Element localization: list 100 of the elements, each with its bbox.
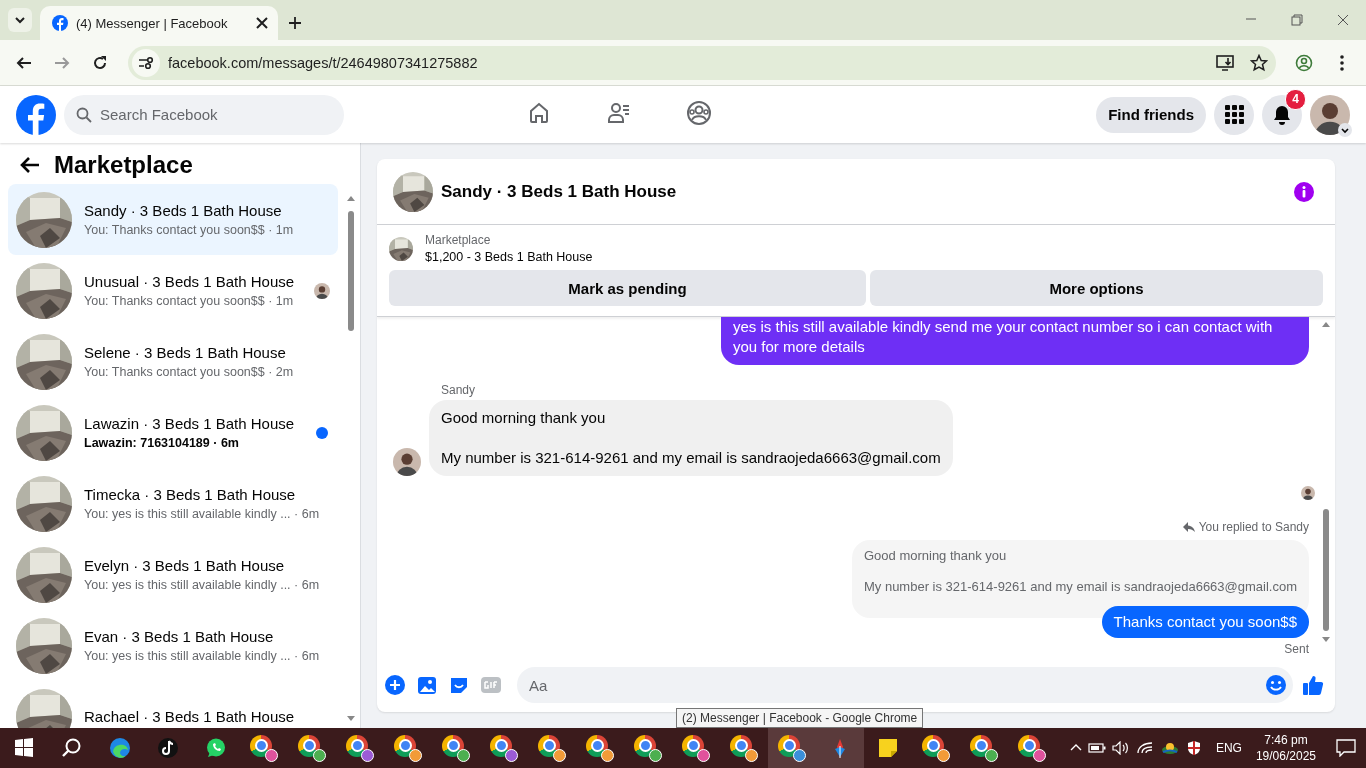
cloud-icon[interactable]	[1159, 741, 1180, 755]
reply-icon	[1182, 521, 1195, 533]
restore-icon	[1291, 14, 1303, 26]
browser-icon	[250, 734, 278, 762]
browser-icon	[490, 734, 518, 762]
plus-icon	[384, 674, 406, 696]
grid-icon	[1224, 105, 1244, 124]
avatar	[393, 448, 421, 476]
facebook-logo-icon[interactable]	[16, 94, 56, 135]
message-bubble: yes is this still available kindly send me your contact number so i can contact with you for more details	[721, 317, 1309, 365]
info-icon	[1293, 180, 1315, 203]
tab-list-button[interactable]	[8, 8, 32, 32]
quoted-text: Good morning thank you	[863, 548, 1008, 563]
message-preview: You: yes is this still available kindly ... · 6m	[84, 577, 321, 592]
like-button[interactable]	[1301, 673, 1325, 697]
find-friends-button[interactable]: Find friends	[1096, 96, 1206, 133]
browser-icon	[346, 734, 374, 762]
people-icon	[606, 100, 632, 126]
clock-date[interactable]: 19/06/2025	[1255, 748, 1316, 764]
new-tab-button[interactable]	[286, 14, 304, 32]
reply-label: You replied to Sandy	[1198, 520, 1309, 534]
unread-dot	[316, 426, 328, 439]
sliders-icon	[138, 54, 154, 71]
site-info-button[interactable]	[132, 48, 160, 77]
browser-icon	[442, 734, 470, 762]
image-icon	[416, 674, 438, 696]
notification-count: 4	[1285, 88, 1306, 110]
conversation-title: Selene · 3 Beds 1 Bath House	[84, 344, 287, 361]
conversation-item[interactable]: Evelyn · 3 Beds 1 Bath House You: yes is this still available kindly ... · 6m	[8, 539, 338, 610]
browser-tab[interactable]: (4) Messenger | Facebook	[40, 6, 278, 40]
notification-icon[interactable]	[1336, 739, 1356, 757]
message-preview: You: Thanks contact you soon$$ · 2m	[84, 364, 295, 379]
browser-icon	[682, 734, 710, 762]
back-button[interactable]	[20, 156, 40, 174]
tab-title: (4) Messenger | Facebook	[76, 15, 229, 31]
browser-icon	[778, 734, 806, 762]
info-button[interactable]	[1293, 180, 1315, 203]
browser-icon	[634, 734, 662, 762]
facebook-icon	[52, 15, 68, 31]
add-button[interactable]	[383, 673, 407, 697]
listing-title: $1,200 - 3 Beds 1 Bath House	[425, 250, 593, 264]
quoted-text: My number is 321-614-9261 and my email is sandraojeda6663@gmail.com	[863, 579, 1297, 594]
reload-icon	[91, 53, 109, 72]
thumbs-up-icon	[1302, 674, 1324, 696]
group-icon	[686, 100, 712, 126]
search-icon	[76, 106, 92, 123]
message-preview: You: yes is this still available kindly ... · 6m	[84, 506, 321, 521]
browser-icon	[394, 734, 422, 762]
browser-icon	[730, 734, 758, 762]
browser-icon	[970, 734, 998, 762]
message-preview: You: Thanks contact you soon$$ · 1m	[84, 293, 295, 308]
bell-icon	[1272, 104, 1292, 125]
battery-icon[interactable]	[1087, 742, 1106, 754]
avatar	[1310, 94, 1350, 135]
message-preview: You: Thanks contact you soon$$ · 1m	[84, 222, 295, 237]
clock-time[interactable]: 7:46 pm	[1264, 732, 1308, 748]
search-field[interactable]: Search Facebook	[64, 94, 344, 135]
message-bubble: Thanks contact you soon$$	[1101, 606, 1309, 638]
message-field[interactable]: Aa	[517, 667, 1293, 703]
mark-pending-button[interactable]: Mark as pending	[389, 270, 866, 306]
conversation-title: Evan · 3 Beds 1 Bath House	[84, 628, 275, 645]
gif-icon	[480, 674, 502, 696]
address-bar[interactable]: facebook.com/messages/t/24649807341275882	[128, 45, 1276, 80]
conversation-title: Sandy · 3 Beds 1 Bath House	[84, 202, 283, 219]
volume-icon[interactable]	[1111, 741, 1130, 755]
message-preview: Lawazin: 7163104189 · 6m	[84, 435, 240, 450]
seen-avatar	[1301, 486, 1315, 500]
message-preview: You: yes is this still available kindly ... · 6m	[84, 648, 321, 663]
conversation-item[interactable]: Sandy · 3 Beds 1 Bath House You: Thanks contact you soon$$ · 1m	[8, 184, 338, 255]
emoji-icon[interactable]	[1265, 674, 1287, 696]
windows-icon	[13, 737, 35, 759]
taskbar-button[interactable]	[768, 728, 816, 768]
shield-icon[interactable]	[1185, 740, 1202, 756]
chat-title: Sandy · 3 Beds 1 Bath House	[441, 181, 678, 202]
more-options-button[interactable]: More options	[870, 270, 1323, 306]
note-icon	[877, 737, 899, 759]
chevron-down-icon[interactable]	[1338, 122, 1352, 137]
wifi-icon[interactable]	[1135, 741, 1154, 755]
language-indicator[interactable]: ENG	[1215, 741, 1242, 755]
conversation-item[interactable]: Evan · 3 Beds 1 Bath House You: yes is this still available kindly ... · 6m	[8, 610, 338, 681]
menu-button[interactable]	[1214, 94, 1254, 135]
conversation-item[interactable]: Timecka · 3 Beds 1 Bath House You: yes is this still available kindly ... · 6m	[8, 468, 338, 539]
wave-icon	[109, 737, 131, 759]
close-icon[interactable]	[256, 17, 268, 29]
browser-icon	[922, 734, 950, 762]
listing-label: Marketplace	[425, 233, 492, 247]
conversation-item[interactable]: Selene · 3 Beds 1 Bath House You: Thanks contact you soon$$ · 2m	[8, 326, 338, 397]
star-icon[interactable]	[1250, 53, 1268, 72]
conversation-title: Timecka · 3 Beds 1 Bath House	[84, 486, 297, 503]
back-arrow-icon	[20, 156, 40, 174]
install-app-icon[interactable]	[1216, 53, 1234, 72]
conversation-title: Rachael · 3 Beds 1 Bath House	[84, 708, 296, 725]
browser-icon	[586, 734, 614, 762]
browser-icon	[298, 734, 326, 762]
conversation-item[interactable]: Lawazin · 3 Beds 1 Bath House Lawazin: 7163104189 · 6m	[8, 397, 338, 468]
conversation-item[interactable]: Unusual · 3 Beds 1 Bath House You: Thanks contact you soon$$ · 1m	[8, 255, 338, 326]
tooltip: (2) Messenger | Facebook - Google Chrome	[676, 708, 924, 728]
conversation-title: Lawazin · 3 Beds 1 Bath House	[84, 415, 296, 432]
music-note-icon	[157, 737, 179, 759]
sidebar-title: Marketplace	[54, 151, 193, 179]
